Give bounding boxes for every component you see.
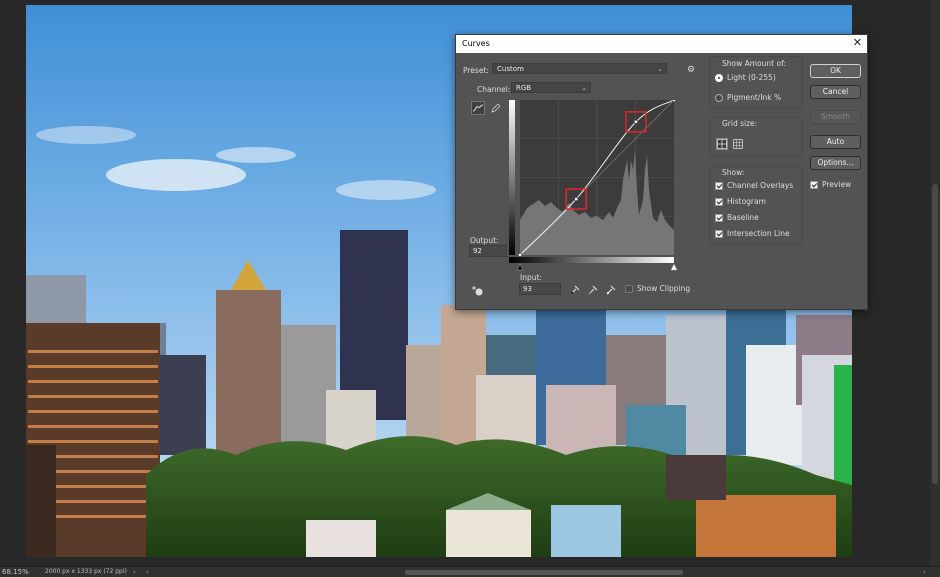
channel-label: Channel: bbox=[477, 85, 511, 94]
on-image-adjust-icon[interactable] bbox=[470, 284, 484, 298]
chevron-down-icon: ⌄ bbox=[657, 65, 663, 73]
options-button[interactable]: Options... bbox=[810, 156, 861, 170]
channel-overlays-label: Channel Overlays bbox=[727, 181, 794, 190]
dialog-titlebar[interactable]: Curves ✕ bbox=[456, 35, 867, 53]
preset-select[interactable]: Custom ⌄ bbox=[492, 63, 667, 74]
smooth-button[interactable]: Smooth bbox=[810, 110, 861, 124]
channel-overlays-checkbox[interactable] bbox=[715, 182, 723, 190]
grid-size-title: Grid size: bbox=[722, 119, 758, 128]
input-value: 93 bbox=[523, 285, 532, 293]
input-field[interactable]: 93 bbox=[519, 283, 561, 295]
input-label: Input: bbox=[520, 273, 542, 282]
preset-value: Custom bbox=[497, 65, 524, 73]
white-eyedropper-icon[interactable] bbox=[604, 283, 618, 297]
curve-tool-icon[interactable] bbox=[471, 101, 485, 115]
horizontal-scroll-thumb[interactable] bbox=[405, 570, 683, 575]
cancel-button[interactable]: Cancel bbox=[810, 85, 861, 99]
baseline-label: Baseline bbox=[727, 213, 759, 222]
output-gradient-bar bbox=[509, 100, 515, 255]
curve-control-point[interactable] bbox=[672, 100, 676, 102]
curves-graph[interactable] bbox=[509, 100, 677, 276]
document-info: 2000 px x 1333 px (72 ppi) bbox=[45, 568, 127, 575]
curves-dialog: Curves ✕ Preset: Custom ⌄ ⚙ Channel: RGB… bbox=[455, 34, 868, 310]
light-radio[interactable] bbox=[715, 74, 723, 82]
scroll-right-arrow[interactable]: › bbox=[923, 567, 926, 577]
pencil-tool-icon[interactable] bbox=[488, 101, 502, 115]
output-value: 92 bbox=[473, 247, 482, 255]
dialog-title: Curves bbox=[462, 39, 490, 48]
pigment-radio[interactable] bbox=[715, 94, 723, 102]
preview-label: Preview bbox=[822, 180, 852, 189]
preset-label: Preset: bbox=[463, 66, 489, 75]
close-button[interactable]: ✕ bbox=[853, 36, 862, 49]
light-label: Light (0-255) bbox=[727, 73, 776, 82]
white-point-slider[interactable] bbox=[670, 263, 677, 271]
intersection-line-label: Intersection Line bbox=[727, 229, 790, 238]
curve-control-point[interactable] bbox=[634, 120, 638, 124]
output-label: Output: bbox=[470, 236, 499, 245]
status-bar: 68.15% 2000 px x 1333 px (72 ppi) › ‹ › bbox=[0, 566, 940, 577]
grid-detailed-icon[interactable] bbox=[733, 139, 743, 149]
histogram-label: Histogram bbox=[727, 197, 766, 206]
photoshop-window: 68.15% 2000 px x 1333 px (72 ppi) › ‹ › … bbox=[0, 0, 940, 577]
intersection-line-checkbox[interactable] bbox=[715, 230, 723, 238]
input-gradient-bar bbox=[509, 257, 674, 263]
scroll-left-arrow[interactable]: ‹ bbox=[146, 567, 149, 577]
curve-control-point[interactable] bbox=[574, 197, 578, 201]
output-field[interactable]: 92 bbox=[469, 245, 507, 257]
show-clipping-checkbox[interactable] bbox=[625, 285, 633, 293]
baseline-checkbox[interactable] bbox=[715, 214, 723, 222]
chevron-down-icon: ⌄ bbox=[581, 84, 587, 92]
grid-simple-icon[interactable] bbox=[716, 138, 728, 150]
zoom-level[interactable]: 68.15% bbox=[2, 567, 29, 577]
black-eyedropper-icon[interactable] bbox=[568, 283, 582, 297]
channel-select[interactable]: RGB ⌄ bbox=[511, 82, 591, 93]
black-point-slider[interactable] bbox=[516, 263, 524, 271]
show-amount-title: Show Amount of: bbox=[722, 59, 786, 68]
vertical-scrollbar[interactable] bbox=[930, 0, 940, 566]
histogram-checkbox[interactable] bbox=[715, 198, 723, 206]
pigment-label: Pigment/Ink % bbox=[727, 93, 782, 102]
show-clipping-label: Show Clipping bbox=[637, 284, 691, 293]
preview-checkbox[interactable] bbox=[810, 181, 818, 189]
settings-gear-icon[interactable]: ⚙ bbox=[684, 63, 698, 77]
status-menu-arrow[interactable]: › bbox=[133, 567, 136, 577]
vertical-scroll-thumb[interactable] bbox=[932, 184, 938, 484]
ok-button[interactable]: OK bbox=[810, 64, 861, 78]
gray-eyedropper-icon[interactable] bbox=[586, 283, 600, 297]
show-title: Show: bbox=[722, 168, 745, 177]
auto-button[interactable]: Auto bbox=[810, 135, 861, 149]
channel-value: RGB bbox=[516, 84, 532, 92]
curve-control-point[interactable] bbox=[518, 253, 522, 257]
